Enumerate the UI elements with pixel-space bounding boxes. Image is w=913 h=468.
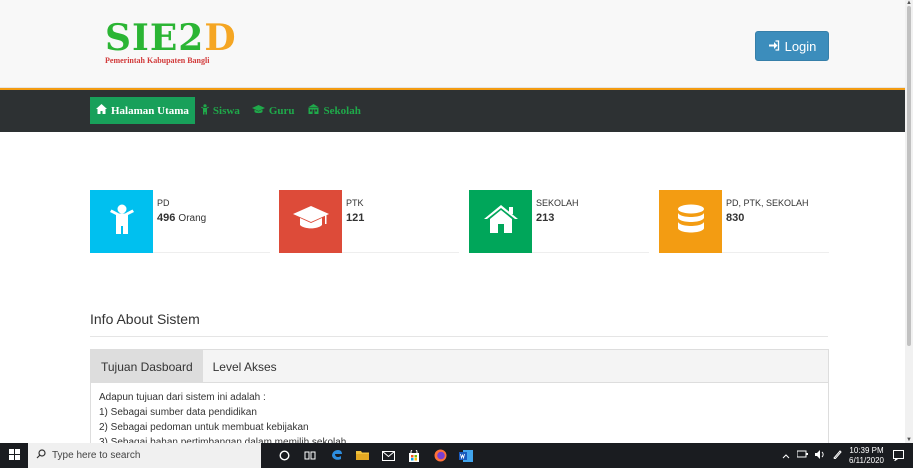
browser-viewport: SIE2D Pemerintah Kabupaten Bangli Login …: [0, 0, 905, 443]
tab-tujuan-dasboard[interactable]: Tujuan Dasboard: [91, 350, 203, 383]
stat-icon-box: [469, 190, 532, 253]
word-icon[interactable]: [453, 443, 479, 468]
chevron-up-icon[interactable]: [782, 451, 790, 461]
nav-label: Sekolah: [323, 104, 361, 117]
clock-date: 6/11/2020: [849, 455, 884, 465]
file-explorer-icon[interactable]: [349, 443, 375, 468]
stat-value: 121: [346, 212, 365, 224]
screen: SIE2D Pemerintah Kabupaten Bangli Login …: [0, 0, 913, 468]
info-tabs: Tujuan Dasboard Level Akses: [90, 349, 829, 383]
login-button[interactable]: Login: [755, 31, 829, 61]
stat-icon-box: [279, 190, 342, 253]
os-taskbar: Type here to search 10:39 PM 6/11/2020: [0, 443, 913, 468]
info-section-title: Info About Sistem: [90, 311, 200, 327]
stat-card-pd: PD 496 Orang: [90, 190, 270, 253]
page-scrollbar[interactable]: ▲ ▼: [905, 0, 913, 443]
store-icon[interactable]: [401, 443, 427, 468]
stat-icon-box: [659, 190, 722, 253]
graduation-cap-icon: [251, 104, 265, 117]
nav-item-sekolah[interactable]: Sekolah: [301, 97, 367, 124]
nav-item-halaman-utama[interactable]: Halaman Utama: [90, 97, 195, 124]
main-navbar: Halaman Utama Siswa Guru Sekolah: [0, 88, 905, 132]
edge-icon[interactable]: [323, 443, 349, 468]
search-icon: [36, 449, 46, 462]
logo-mark: SIE2D: [105, 17, 237, 59]
graduation-cap-icon: [292, 206, 329, 237]
tab-intro-text: Adapun tujuan dari sistem ini adalah :: [99, 392, 266, 403]
nav-menu: Halaman Utama Siswa Guru Sekolah: [90, 97, 367, 124]
mail-icon[interactable]: [375, 443, 401, 468]
clock-time: 10:39 PM: [849, 445, 884, 455]
database-icon: [677, 204, 705, 239]
site-header: SIE2D Pemerintah Kabupaten Bangli Login: [0, 0, 905, 88]
stat-value: 496 Orang: [157, 212, 207, 224]
stat-value: 830: [726, 212, 745, 224]
taskbar-search-input[interactable]: Type here to search: [28, 443, 261, 468]
stat-icon-box: [90, 190, 153, 253]
tab-level-akses[interactable]: Level Akses: [203, 350, 287, 383]
system-tray: 10:39 PM 6/11/2020: [782, 443, 905, 468]
stat-label: SEKOLAH: [536, 198, 579, 208]
volume-icon[interactable]: [815, 450, 826, 461]
stat-value: 213: [536, 212, 555, 224]
search-placeholder: Type here to search: [52, 450, 141, 461]
pen-icon[interactable]: [833, 450, 842, 461]
windows-icon: [8, 447, 20, 465]
notification-icon[interactable]: [891, 449, 905, 463]
firefox-icon[interactable]: [427, 443, 453, 468]
taskbar-clock[interactable]: 10:39 PM 6/11/2020: [849, 446, 884, 466]
start-button[interactable]: [0, 443, 28, 468]
nav-label: Guru: [268, 104, 295, 117]
site-logo[interactable]: SIE2D Pemerintah Kabupaten Bangli: [105, 20, 265, 66]
nav-item-siswa[interactable]: Siswa: [195, 97, 246, 124]
logo-subtitle: Pemerintah Kabupaten Bangli: [105, 56, 210, 65]
taskbar-apps: [271, 443, 479, 468]
stat-label: PD, PTK, SEKOLAH: [726, 198, 809, 208]
login-label: Login: [784, 38, 817, 54]
cortana-icon[interactable]: [271, 443, 297, 468]
stat-card-total: PD, PTK, SEKOLAH 830: [659, 190, 829, 253]
list-item: 2) Sebagai pedoman untuk membuat kebijak…: [99, 422, 309, 433]
divider: [90, 336, 828, 337]
stat-card-ptk: PTK 121: [279, 190, 459, 253]
sign-in-icon: [768, 39, 780, 54]
tab-content: Adapun tujuan dari sistem ini adalah : 1…: [90, 383, 829, 443]
network-icon[interactable]: [796, 450, 808, 461]
task-view-icon[interactable]: [297, 443, 323, 468]
building-icon: [307, 104, 320, 117]
nav-label: Halaman Utama: [111, 104, 189, 117]
list-item: 1) Sebagai sumber data pendidikan: [99, 407, 257, 418]
list-item: 3) Sebagai bahan pertimbangan dalam memi…: [99, 437, 347, 443]
stat-label: PTK: [346, 198, 364, 208]
home-icon: [96, 104, 107, 117]
stat-card-sekolah: SEKOLAH 213: [469, 190, 649, 253]
stat-label: PD: [157, 198, 170, 208]
nav-label: Siswa: [212, 104, 240, 117]
home-icon: [483, 205, 518, 238]
scrollbar-thumb[interactable]: [907, 6, 911, 346]
nav-item-guru[interactable]: Guru: [246, 97, 301, 124]
child-icon: [109, 204, 134, 239]
child-icon: [200, 103, 209, 118]
